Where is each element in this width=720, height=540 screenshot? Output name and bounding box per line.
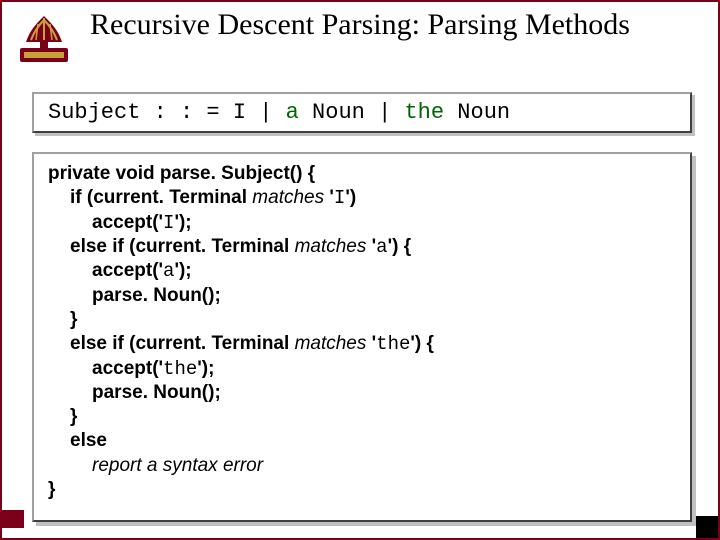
code-line: }: [48, 479, 55, 500]
code-line: else if (current. Terminal matches 'a') …: [48, 235, 676, 259]
code-line: }: [48, 405, 676, 429]
code-line: else if (current. Terminal matches 'the'…: [48, 332, 676, 356]
left-accent-bar: [2, 510, 24, 528]
university-logo-icon: [14, 10, 74, 70]
code-line: report a syntax error: [48, 454, 676, 478]
slide: Recursive Descent Parsing: Parsing Metho…: [0, 0, 720, 540]
code-line: accept('the');: [48, 357, 676, 381]
grammar-lhs: Subject: [48, 100, 140, 125]
code-line: else: [48, 429, 676, 453]
page-corner-mark: [696, 516, 718, 538]
grammar-kw-the: the: [404, 100, 444, 125]
code-line: if (current. Terminal matches 'I'): [48, 186, 676, 210]
code-line: accept('I');: [48, 211, 676, 235]
code-line: parse. Noun();: [48, 284, 676, 308]
grammar-rhs-2: Noun |: [299, 100, 405, 125]
grammar-rhs-1: I |: [233, 100, 286, 125]
slide-title: Recursive Descent Parsing: Parsing Metho…: [82, 8, 638, 41]
code-line: accept('a');: [48, 259, 676, 283]
grammar-kw-a: a: [286, 100, 299, 125]
code-line: parse. Noun();: [48, 381, 676, 405]
code-box: private void parse. Subject() { if (curr…: [32, 152, 692, 522]
grammar-rhs-3: Noun: [444, 100, 510, 125]
grammar-rule-box: Subject : : = I | a Noun | the Noun: [32, 92, 692, 133]
code-line: }: [48, 308, 676, 332]
grammar-op: : : =: [140, 100, 232, 125]
code-line: private void parse. Subject() {: [48, 163, 315, 184]
